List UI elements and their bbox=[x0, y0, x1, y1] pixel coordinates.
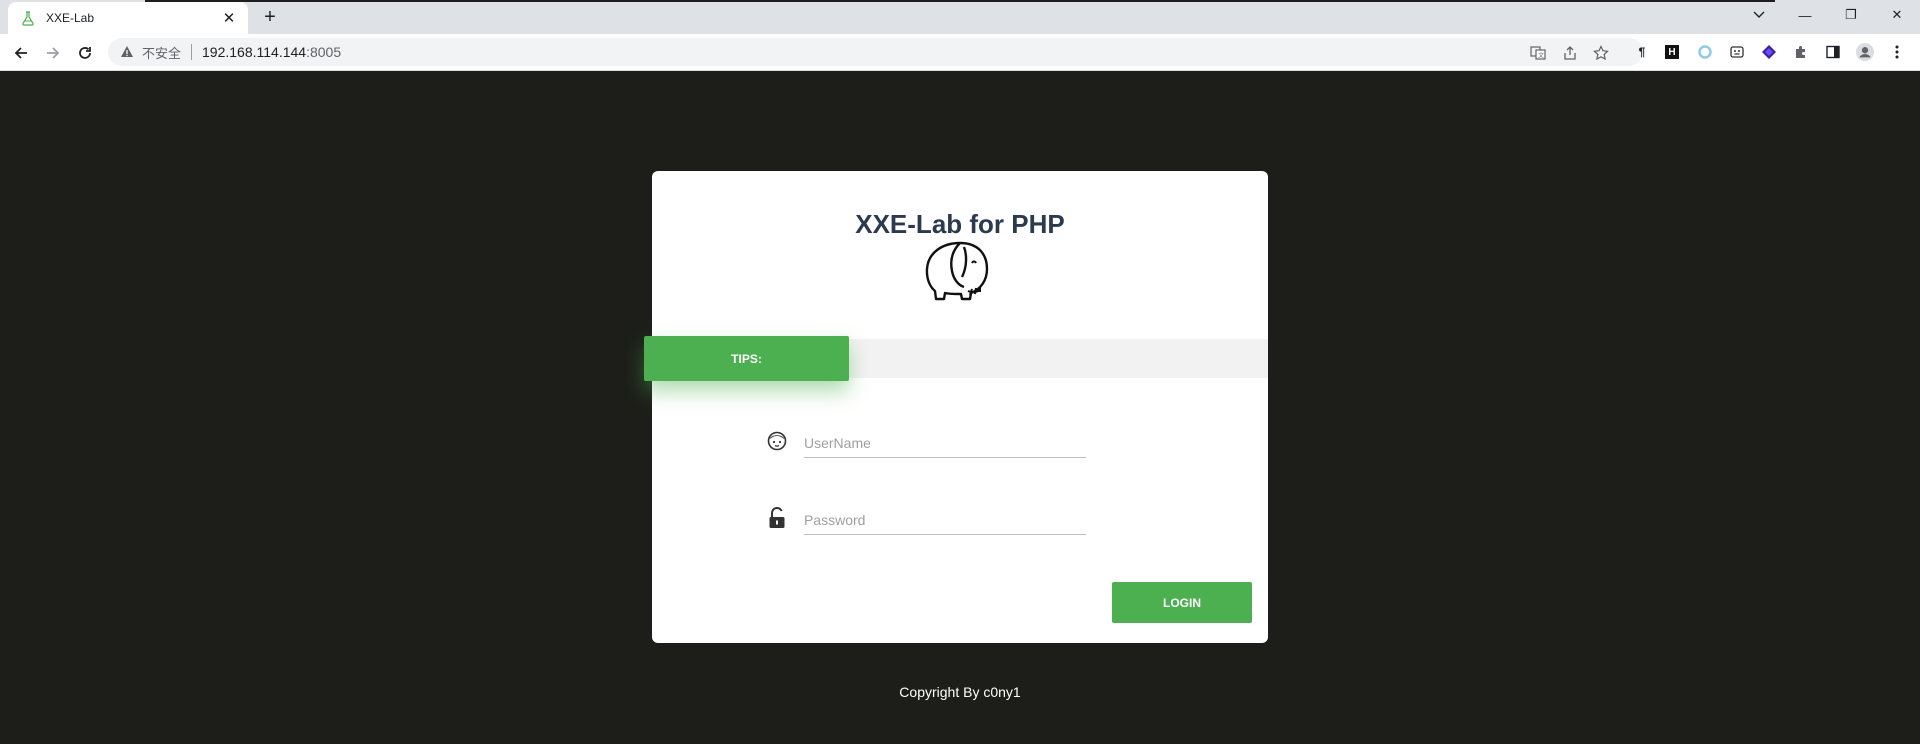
security-label[interactable]: 不安全 bbox=[142, 43, 181, 62]
url-host: 192.168.114.144 bbox=[202, 44, 307, 60]
php-elephant-logo bbox=[920, 239, 1000, 309]
minimize-button[interactable]: — bbox=[1782, 0, 1828, 30]
svg-text:文: 文 bbox=[1538, 52, 1544, 60]
back-button[interactable] bbox=[7, 39, 35, 67]
close-window-button[interactable]: ✕ bbox=[1874, 0, 1920, 30]
unlock-icon bbox=[766, 506, 788, 530]
warning-icon[interactable] bbox=[120, 45, 134, 59]
address-separator bbox=[191, 44, 193, 60]
puzzle-extensions-icon[interactable] bbox=[1792, 43, 1810, 61]
bookmark-star-icon[interactable] bbox=[1592, 44, 1610, 62]
browser-tab[interactable]: XXE-Lab ✕ bbox=[8, 2, 248, 34]
ring-extension-icon[interactable] bbox=[1696, 43, 1714, 61]
page-title: XXE-Lab for PHP bbox=[855, 209, 1065, 239]
face-extension-icon[interactable] bbox=[1728, 43, 1746, 61]
tab-title: XXE-Lab bbox=[46, 11, 95, 25]
login-card: XXE-Lab for PHP LOGIN bbox=[652, 171, 1268, 643]
tab-search-icon[interactable] bbox=[1736, 0, 1782, 30]
tips-button[interactable]: TIPS: bbox=[644, 336, 849, 381]
reload-button[interactable] bbox=[71, 39, 99, 67]
paragraph-extension-icon[interactable]: ¶ bbox=[1633, 43, 1651, 61]
username-input[interactable] bbox=[804, 428, 1086, 458]
url-port: :8005 bbox=[306, 44, 342, 60]
browser-tab-strip: XXE-Lab ✕ + — ❐ ✕ bbox=[0, 0, 1920, 34]
layers-extension-icon[interactable] bbox=[1760, 43, 1778, 61]
maximize-button[interactable]: ❐ bbox=[1828, 0, 1874, 30]
address-bar[interactable]: 不安全 192.168.114.144 :8005 bbox=[108, 38, 1643, 66]
flask-icon bbox=[20, 10, 36, 26]
browser-menu-icon[interactable] bbox=[1888, 43, 1906, 61]
browser-toolbar: 不安全 192.168.114.144 :8005 文 bbox=[0, 34, 1920, 71]
tab-close-icon[interactable]: ✕ bbox=[220, 9, 238, 27]
share-icon[interactable] bbox=[1561, 44, 1579, 62]
profile-avatar-icon[interactable] bbox=[1856, 43, 1874, 61]
password-input[interactable] bbox=[804, 505, 1086, 535]
login-button[interactable]: LOGIN bbox=[1112, 582, 1252, 623]
new-tab-button[interactable]: + bbox=[258, 5, 282, 29]
h-extension-icon[interactable]: H bbox=[1665, 45, 1679, 59]
side-panel-icon[interactable] bbox=[1824, 43, 1842, 61]
translate-icon[interactable]: 文 bbox=[1529, 44, 1547, 62]
tab-strip-top-border bbox=[145, 0, 1775, 2]
forward-button[interactable] bbox=[39, 39, 67, 67]
copyright-text: Copyright By c0ny1 bbox=[899, 684, 1021, 700]
user-face-icon bbox=[766, 429, 788, 453]
